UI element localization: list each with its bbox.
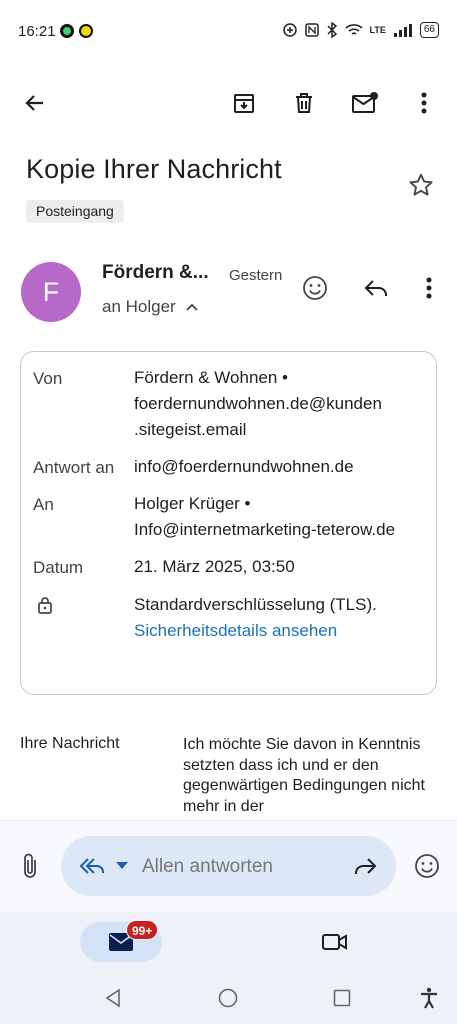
reply-to-value: info@foerdernundwohnen.de <box>134 457 354 476</box>
network-type: LTE <box>369 25 386 35</box>
wifi-icon <box>344 24 363 35</box>
app-notification-icon <box>60 24 74 38</box>
more-vert-icon[interactable] <box>404 83 444 123</box>
email-date: Gestern <box>229 267 283 284</box>
chevron-down-icon[interactable] <box>102 846 142 886</box>
system-recents-icon[interactable] <box>322 978 362 1018</box>
attachment-icon[interactable] <box>10 846 50 886</box>
mark-unread-icon[interactable] <box>345 83 385 123</box>
to-line: Info@internetmarketing-teterow.de <box>134 520 396 539</box>
star-icon[interactable] <box>408 172 434 203</box>
date-value: 21. März 2025, 03:50 <box>134 557 295 576</box>
from-label: Von <box>33 369 63 388</box>
message-details-card: Von Fördern & Wohnen • foerdernundwohnen… <box>20 351 437 695</box>
system-home-icon[interactable] <box>208 978 248 1018</box>
from-line: .sitegeist.email <box>134 420 247 439</box>
label-chip[interactable]: Posteingang <box>26 200 124 223</box>
chevron-up-icon <box>186 303 198 311</box>
accessibility-icon[interactable] <box>409 978 449 1018</box>
lock-icon <box>37 596 53 619</box>
reply-to-label: Antwort an <box>33 458 115 477</box>
battery-icon: 66 <box>419 22 439 38</box>
encryption-value: Standardverschlüsselung (TLS). <box>134 595 377 614</box>
recipient-line: an Holger <box>102 297 176 316</box>
avatar[interactable]: F <box>21 262 81 322</box>
status-bar: 16:21 LTE 66 <box>0 0 457 62</box>
to-value: Holger Krüger • Info@internetmarketing-t… <box>134 491 395 543</box>
archive-icon[interactable] <box>224 83 264 123</box>
email-subject: Kopie Ihrer Nachricht <box>26 154 282 184</box>
from-line: Fördern & Wohnen • <box>134 368 288 387</box>
delete-icon[interactable] <box>284 83 324 123</box>
email-body: Ich möchte Sie davon in Kenntnis setzten… <box>183 736 425 815</box>
system-back-icon[interactable] <box>93 978 133 1018</box>
reply-icon[interactable] <box>356 268 396 308</box>
from-line: foerdernundwohnen.de@kunden <box>134 394 382 413</box>
sender-name: Fördern &... <box>102 262 209 283</box>
more-vert-icon[interactable] <box>409 268 449 308</box>
forward-icon[interactable] <box>345 846 385 886</box>
unread-badge: 99+ <box>126 920 159 940</box>
arrow-back-icon[interactable] <box>15 83 55 123</box>
to-line: Holger Krüger • <box>134 494 251 513</box>
system-icons: LTE 66 <box>282 22 439 38</box>
meet-video-icon[interactable] <box>315 922 355 962</box>
security-details-link[interactable]: Sicherheitsdetails ansehen <box>134 618 377 644</box>
top-app-bar <box>0 76 457 132</box>
signal-icon <box>393 24 412 37</box>
emoji-reaction-icon[interactable] <box>295 268 335 308</box>
data-saver-icon <box>282 23 297 37</box>
reply-placeholder: Allen antworten <box>142 856 273 877</box>
recipient-toggle[interactable]: an Holger <box>102 297 198 317</box>
body-label: Ihre Nachricht <box>20 735 120 752</box>
from-value: Fördern & Wohnen • foerdernundwohnen.de@… <box>134 365 382 443</box>
bluetooth-icon <box>327 22 337 38</box>
status-time: 16:21 <box>18 23 56 40</box>
nfc-icon <box>304 23 319 37</box>
date-label: Datum <box>33 558 84 577</box>
app-notification-icon <box>79 24 93 38</box>
emoji-icon[interactable] <box>407 846 447 886</box>
encryption-info: Standardverschlüsselung (TLS). Sicherhei… <box>134 592 377 644</box>
notification-icons <box>60 24 93 38</box>
to-label: An <box>33 495 54 514</box>
